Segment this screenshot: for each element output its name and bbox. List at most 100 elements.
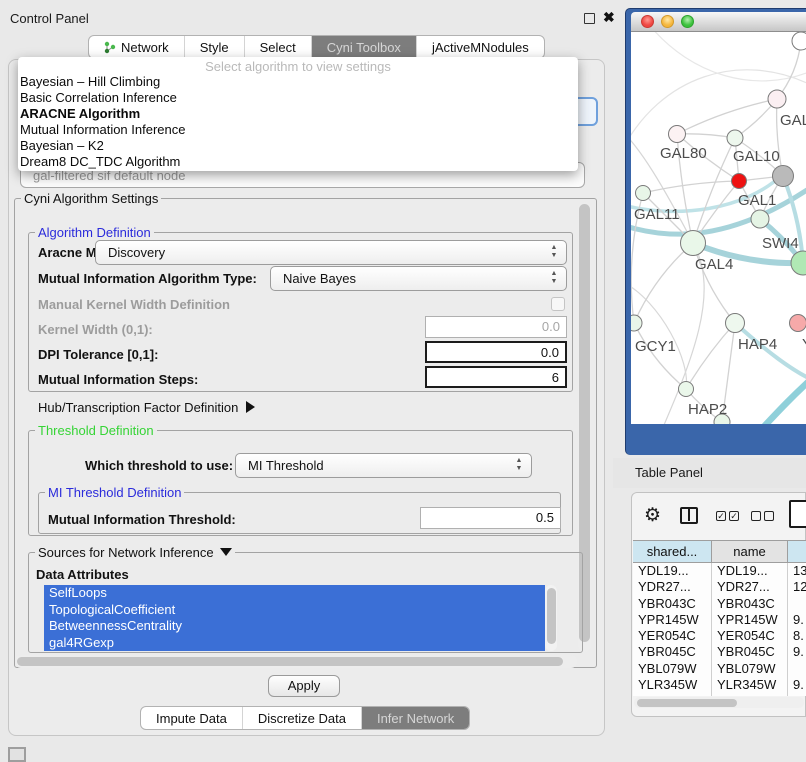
algorithm-option-basic-correlation-inference[interactable]: Basic Correlation Inference <box>18 90 578 106</box>
table-cell <box>788 661 806 677</box>
gear-icon[interactable]: ⚙ <box>644 504 661 527</box>
table-cell: YPR145W <box>633 612 712 628</box>
which-threshold-label: Which threshold to use: <box>85 458 233 473</box>
zoom-traffic-light-icon[interactable] <box>681 15 694 28</box>
network-node-white-top[interactable] <box>792 32 806 50</box>
mi-type-combo[interactable]: Naive Bayes ▲▼ <box>270 266 567 291</box>
network-node-gray[interactable] <box>773 166 794 187</box>
tab-infer-network[interactable]: Infer Network <box>361 707 469 729</box>
select-all-icon[interactable]: ✓ ✓ <box>716 511 739 521</box>
network-node-gcy1[interactable] <box>631 315 642 331</box>
algorithm-option-aracne-algorithm[interactable]: ARACNE Algorithm <box>18 106 578 122</box>
algorithm-option-bayesian-k2[interactable]: Bayesian – K2 <box>18 138 578 154</box>
table-hscrollbar[interactable] <box>634 697 804 708</box>
sources-legend[interactable]: Sources for Network Inference <box>35 545 235 560</box>
table-row[interactable]: YDL19...YDL19...13 <box>633 563 806 579</box>
table-row[interactable]: YBR043CYBR043C <box>633 596 806 612</box>
table-row[interactable]: YDR27...YDR27...12 <box>633 579 806 595</box>
network-node-gal80[interactable] <box>669 126 686 143</box>
manual-kernel-checkbox[interactable] <box>551 297 565 311</box>
aracne-mode-combo[interactable]: Discovery ▲▼ <box>95 240 567 265</box>
table-row[interactable]: YPR145WYPR145W9. <box>633 612 806 628</box>
algorithm-option-mutual-information-inference[interactable]: Mutual Information Inference <box>18 122 578 138</box>
node-table: shared...nameAYDL19...YDL19...13YDR27...… <box>633 540 806 696</box>
attribute-item-betweennesscentrality[interactable]: BetweennessCentrality <box>44 618 545 635</box>
float-window-icon[interactable] <box>584 13 595 24</box>
close-traffic-light-icon[interactable] <box>641 15 654 28</box>
algorithm-option-bayesian-hill-climbing[interactable]: Bayesian – Hill Climbing <box>18 74 578 90</box>
tab-discretize-data[interactable]: Discretize Data <box>242 707 361 729</box>
network-node-hap2[interactable] <box>679 382 694 397</box>
node-label-gal80: GAL80 <box>660 145 707 162</box>
table-cell: YLR345W <box>712 677 788 693</box>
table-header-row: shared...nameA <box>633 540 806 563</box>
network-node-hap4[interactable] <box>726 314 745 333</box>
which-threshold-combo[interactable]: MI Threshold ▲▼ <box>235 453 532 478</box>
network-edge <box>651 32 806 81</box>
attribute-item-selfloops[interactable]: SelfLoops <box>44 585 545 602</box>
attributes-scrollbar[interactable] <box>545 585 557 651</box>
network-node-gal11[interactable] <box>636 186 651 201</box>
network-titlebar[interactable] <box>631 12 806 32</box>
bottom-tabbar: Impute Data Discretize Data Infer Network <box>140 706 470 730</box>
table-hscrollbar-thumb[interactable] <box>637 699 737 707</box>
tab-label: Select <box>260 40 296 55</box>
tab-select[interactable]: Select <box>244 36 311 58</box>
tab-network[interactable]: Network <box>89 36 184 58</box>
tab-label: Discretize Data <box>258 711 346 726</box>
checked-box-icon: ✓ <box>729 511 739 521</box>
table-cell: 9. <box>788 644 806 660</box>
node-label-gal4: GAL4 <box>695 256 733 273</box>
attribute-item-topologicalcoefficient[interactable]: TopologicalCoefficient <box>44 602 545 619</box>
table-row[interactable]: YLR345WYLR345W9. <box>633 677 806 693</box>
table-cell: 9 <box>788 693 806 696</box>
tab-jactivemnodules[interactable]: jActiveMNodules <box>416 36 544 58</box>
table-cell: 12 <box>788 579 806 595</box>
tab-impute-data[interactable]: Impute Data <box>141 707 242 729</box>
kernel-width-label: Kernel Width (0,1): <box>38 322 153 337</box>
table-cell: YER054C <box>712 628 788 644</box>
settings-hscrollbar[interactable] <box>15 655 577 668</box>
tab-style[interactable]: Style <box>184 36 244 58</box>
dpi-tolerance-field[interactable]: 0.0 <box>425 341 567 363</box>
minimize-traffic-light-icon[interactable] <box>661 15 674 28</box>
network-canvas[interactable]: GALGAL80GAL10GAL1SWI4GAL11GAL4GCY1HAP4YH… <box>631 32 806 424</box>
hub-definition-toggle[interactable]: Hub/Transcription Factor Definition <box>38 400 255 415</box>
attribute-item-gal4rgexp[interactable]: gal4RGexp <box>44 635 545 652</box>
kernel-width-field[interactable]: 0.0 <box>425 316 567 338</box>
apply-button[interactable]: Apply <box>268 675 340 697</box>
dpi-tolerance-label: DPI Tolerance [0,1]: <box>38 347 158 362</box>
tab-label: Style <box>200 40 229 55</box>
file-icon[interactable] <box>789 500 806 528</box>
network-node-swi4[interactable] <box>751 210 769 228</box>
table-row[interactable]: YBL079WYBL079W <box>633 661 806 677</box>
attributes-scrollbar-thumb[interactable] <box>547 588 556 644</box>
network-node-gal10[interactable] <box>727 130 743 146</box>
table-row[interactable]: YIL052CYIL052C9 <box>633 693 806 696</box>
tab-label: Cyni Toolbox <box>327 40 401 55</box>
deselect-all-icon[interactable] <box>751 511 774 521</box>
column-header-name[interactable]: name <box>712 541 788 562</box>
network-node-galx[interactable] <box>768 90 786 108</box>
mi-threshold-field[interactable]: 0.5 <box>420 507 561 529</box>
checked-box-icon: ✓ <box>716 511 726 521</box>
mi-steps-field[interactable]: 6 <box>425 366 567 388</box>
dock-icon[interactable] <box>8 747 26 762</box>
split-panel-icon[interactable] <box>680 507 698 524</box>
tab-cyni-toolbox[interactable]: Cyni Toolbox <box>311 36 416 58</box>
network-node-pink-right[interactable] <box>790 315 806 332</box>
table-row[interactable]: YER054CYER054C8. <box>633 628 806 644</box>
table-cell: YER054C <box>633 628 712 644</box>
table-cell: YBL079W <box>633 661 712 677</box>
data-attributes-label: Data Attributes <box>36 567 129 582</box>
column-header-shared[interactable]: shared... <box>633 541 712 562</box>
network-node-gal1[interactable] <box>732 174 747 189</box>
network-node-gal4[interactable] <box>681 231 706 256</box>
table-cell: 13 <box>788 563 806 579</box>
column-header-a[interactable]: A <box>788 541 806 562</box>
mi-type-label: Mutual Information Algorithm Type: <box>38 271 257 286</box>
close-icon[interactable]: ✖ <box>603 9 615 26</box>
algorithm-option-dream8-dc-tdc-algorithm[interactable]: Dream8 DC_TDC Algorithm <box>18 154 578 170</box>
settings-hscrollbar-thumb[interactable] <box>17 657 563 666</box>
table-row[interactable]: YBR045CYBR045C9. <box>633 644 806 660</box>
